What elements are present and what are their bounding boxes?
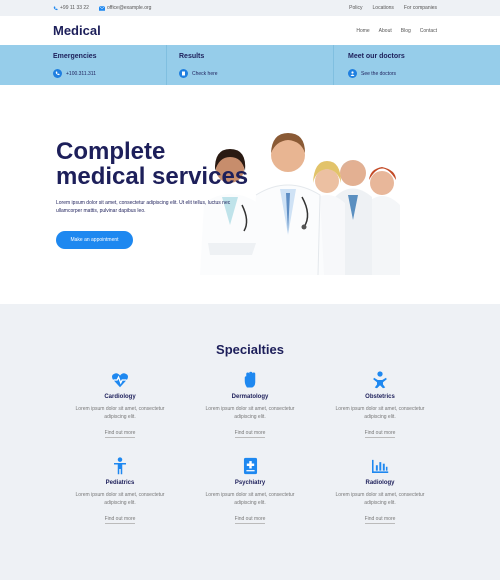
doctors-link-label: See the doctors bbox=[361, 70, 397, 77]
specialty-card-radiology: Radiology Lorem ipsum dolor sit amet, co… bbox=[315, 457, 445, 525]
find-out-more-link[interactable]: Find out more bbox=[364, 430, 396, 438]
hand-icon bbox=[185, 371, 315, 389]
topbar-email[interactable]: office@example.org bbox=[98, 5, 152, 11]
results-block: Results Check here bbox=[167, 45, 334, 85]
nav-contact[interactable]: Contact bbox=[420, 28, 437, 34]
specialty-card-cardiology: Cardiology Lorem ipsum dolor sit amet, c… bbox=[55, 371, 185, 439]
find-out-more-link[interactable]: Find out more bbox=[104, 430, 136, 438]
specialty-name: Cardiology bbox=[104, 394, 136, 400]
specialties-section: Specialties Cardiology Lorem ipsum dolor… bbox=[0, 304, 500, 580]
find-out-more-link[interactable]: Find out more bbox=[364, 516, 396, 524]
topbar-link-companies[interactable]: For companies bbox=[404, 5, 437, 11]
user-icon bbox=[348, 69, 357, 78]
envelope-icon bbox=[98, 5, 105, 11]
topbar-email-text: office@example.org bbox=[106, 5, 152, 11]
specialty-text: Lorem ipsum dolor sit amet, consectetur … bbox=[335, 492, 425, 506]
doctors-link[interactable]: See the doctors bbox=[348, 69, 396, 78]
hero-title: Complete medical services bbox=[56, 139, 286, 189]
specialty-card-psychiatry: Psychiatry Lorem ipsum dolor sit amet, c… bbox=[185, 457, 315, 525]
child-icon bbox=[55, 457, 185, 475]
specialty-card-dermatology: Dermatology Lorem ipsum dolor sit amet, … bbox=[185, 371, 315, 439]
specialty-text: Lorem ipsum dolor sit amet, consectetur … bbox=[335, 406, 425, 420]
site-header: Medical Home About Blog Contact bbox=[0, 16, 500, 45]
specialties-grid: Cardiology Lorem ipsum dolor sit amet, c… bbox=[55, 371, 445, 525]
specialty-name: Radiology bbox=[365, 480, 395, 486]
results-title: Results bbox=[179, 53, 205, 60]
nav-about[interactable]: About bbox=[379, 28, 392, 34]
hero-section: Complete medical services Lorem ipsum do… bbox=[0, 85, 500, 304]
specialty-name: Obstetrics bbox=[365, 394, 395, 400]
specialty-name: Dermatology bbox=[231, 394, 269, 400]
specialty-card-obstetrics: Obstetrics Lorem ipsum dolor sit amet, c… bbox=[315, 371, 445, 439]
specialties-title: Specialties bbox=[216, 342, 284, 357]
nav-blog[interactable]: Blog bbox=[401, 28, 411, 34]
specialty-text: Lorem ipsum dolor sit amet, consectetur … bbox=[205, 406, 295, 420]
chart-bars-icon bbox=[315, 457, 445, 475]
hero-title-line1: Complete bbox=[56, 138, 166, 165]
results-link-label: Check here bbox=[192, 70, 218, 77]
hero-description: Lorem ipsum dolor sit amet, consectetur … bbox=[56, 200, 231, 214]
topbar-phone[interactable]: +99 11 33 22 bbox=[53, 5, 89, 11]
emergencies-block: Emergencies +100.311.311 bbox=[0, 45, 167, 85]
specialty-card-pediatrics: Pediatrics Lorem ipsum dolor sit amet, c… bbox=[55, 457, 185, 525]
main-nav: Home About Blog Contact bbox=[356, 28, 437, 34]
specialty-name: Pediatrics bbox=[105, 480, 135, 486]
hero-title-line2: medical services bbox=[56, 163, 249, 190]
specialty-text: Lorem ipsum dolor sit amet, consectetur … bbox=[205, 492, 295, 506]
document-icon bbox=[179, 69, 188, 78]
appointment-button[interactable]: Make an appointment bbox=[56, 231, 133, 249]
phone-icon bbox=[53, 69, 62, 78]
top-bar: +99 11 33 22 office@example.org Policy L… bbox=[0, 0, 500, 16]
find-out-more-link[interactable]: Find out more bbox=[104, 516, 136, 524]
emergencies-phone: +100.311.311 bbox=[66, 70, 96, 77]
info-bar: Emergencies +100.311.311 Results Check h… bbox=[0, 45, 500, 85]
emergencies-phone-link[interactable]: +100.311.311 bbox=[53, 69, 96, 78]
find-out-more-link[interactable]: Find out more bbox=[234, 516, 266, 524]
nav-home[interactable]: Home bbox=[356, 28, 369, 34]
medical-file-icon bbox=[185, 457, 315, 475]
topbar-phone-text: +99 11 33 22 bbox=[60, 5, 89, 11]
doctors-title: Meet our doctors bbox=[348, 53, 405, 60]
results-link[interactable]: Check here bbox=[179, 69, 218, 78]
emergencies-title: Emergencies bbox=[53, 53, 97, 60]
heartbeat-icon bbox=[55, 371, 185, 389]
phone-icon bbox=[53, 6, 58, 10]
topbar-link-policy[interactable]: Policy bbox=[349, 5, 362, 11]
doctors-block: Meet our doctors See the doctors bbox=[334, 45, 500, 85]
baby-icon bbox=[315, 371, 445, 389]
topbar-link-locations[interactable]: Locations bbox=[373, 5, 394, 11]
specialty-text: Lorem ipsum dolor sit amet, consectetur … bbox=[75, 492, 165, 506]
specialty-text: Lorem ipsum dolor sit amet, consectetur … bbox=[75, 406, 165, 420]
specialty-name: Psychiatry bbox=[234, 480, 266, 486]
find-out-more-link[interactable]: Find out more bbox=[234, 430, 266, 438]
logo[interactable]: Medical bbox=[53, 23, 101, 38]
